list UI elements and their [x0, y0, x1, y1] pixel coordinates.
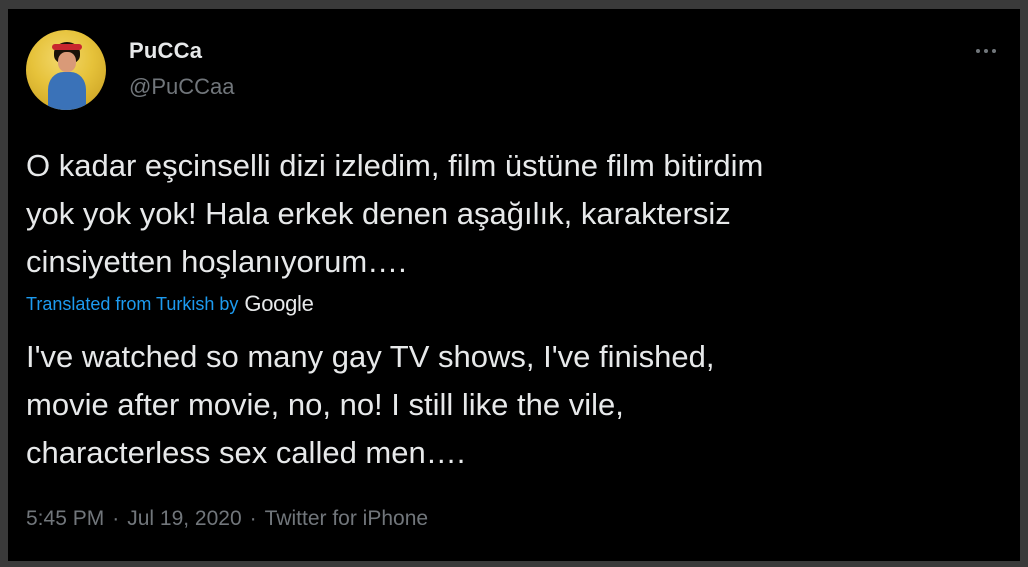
- meta-separator: ·: [249, 507, 257, 530]
- tweet-metadata: 5:45 PM · Jul 19, 2020 · Twitter for iPh…: [26, 507, 428, 531]
- tweet-card: PuCCa @PuCCaa O kadar eşcinselli dizi iz…: [8, 9, 1020, 561]
- meta-separator: ·: [112, 507, 120, 530]
- translation-label[interactable]: Translated from Turkish by: [26, 294, 238, 315]
- translation-attribution: Translated from Turkish by Google: [26, 291, 314, 317]
- avatar[interactable]: [26, 30, 106, 110]
- screenshot-frame: PuCCa @PuCCaa O kadar eşcinselli dizi iz…: [0, 0, 1028, 567]
- more-options-button[interactable]: [968, 39, 1004, 63]
- avatar-face: [58, 52, 76, 72]
- author-display-name[interactable]: PuCCa: [129, 38, 202, 64]
- translation-provider: Google: [244, 291, 314, 316]
- avatar-body: [48, 72, 86, 110]
- avatar-bandana: [52, 44, 82, 50]
- more-horizontal-icon: [974, 49, 998, 53]
- tweet-source[interactable]: Twitter for iPhone: [265, 507, 428, 531]
- tweet-text: O kadar eşcinselli dizi izledim, film üs…: [26, 148, 764, 279]
- translated-text: I've watched so many gay TV shows, I've …: [26, 339, 715, 470]
- tweet-time[interactable]: 5:45 PM: [26, 507, 104, 531]
- author-handle[interactable]: @PuCCaa: [129, 74, 235, 100]
- tweet-date[interactable]: Jul 19, 2020: [127, 507, 241, 531]
